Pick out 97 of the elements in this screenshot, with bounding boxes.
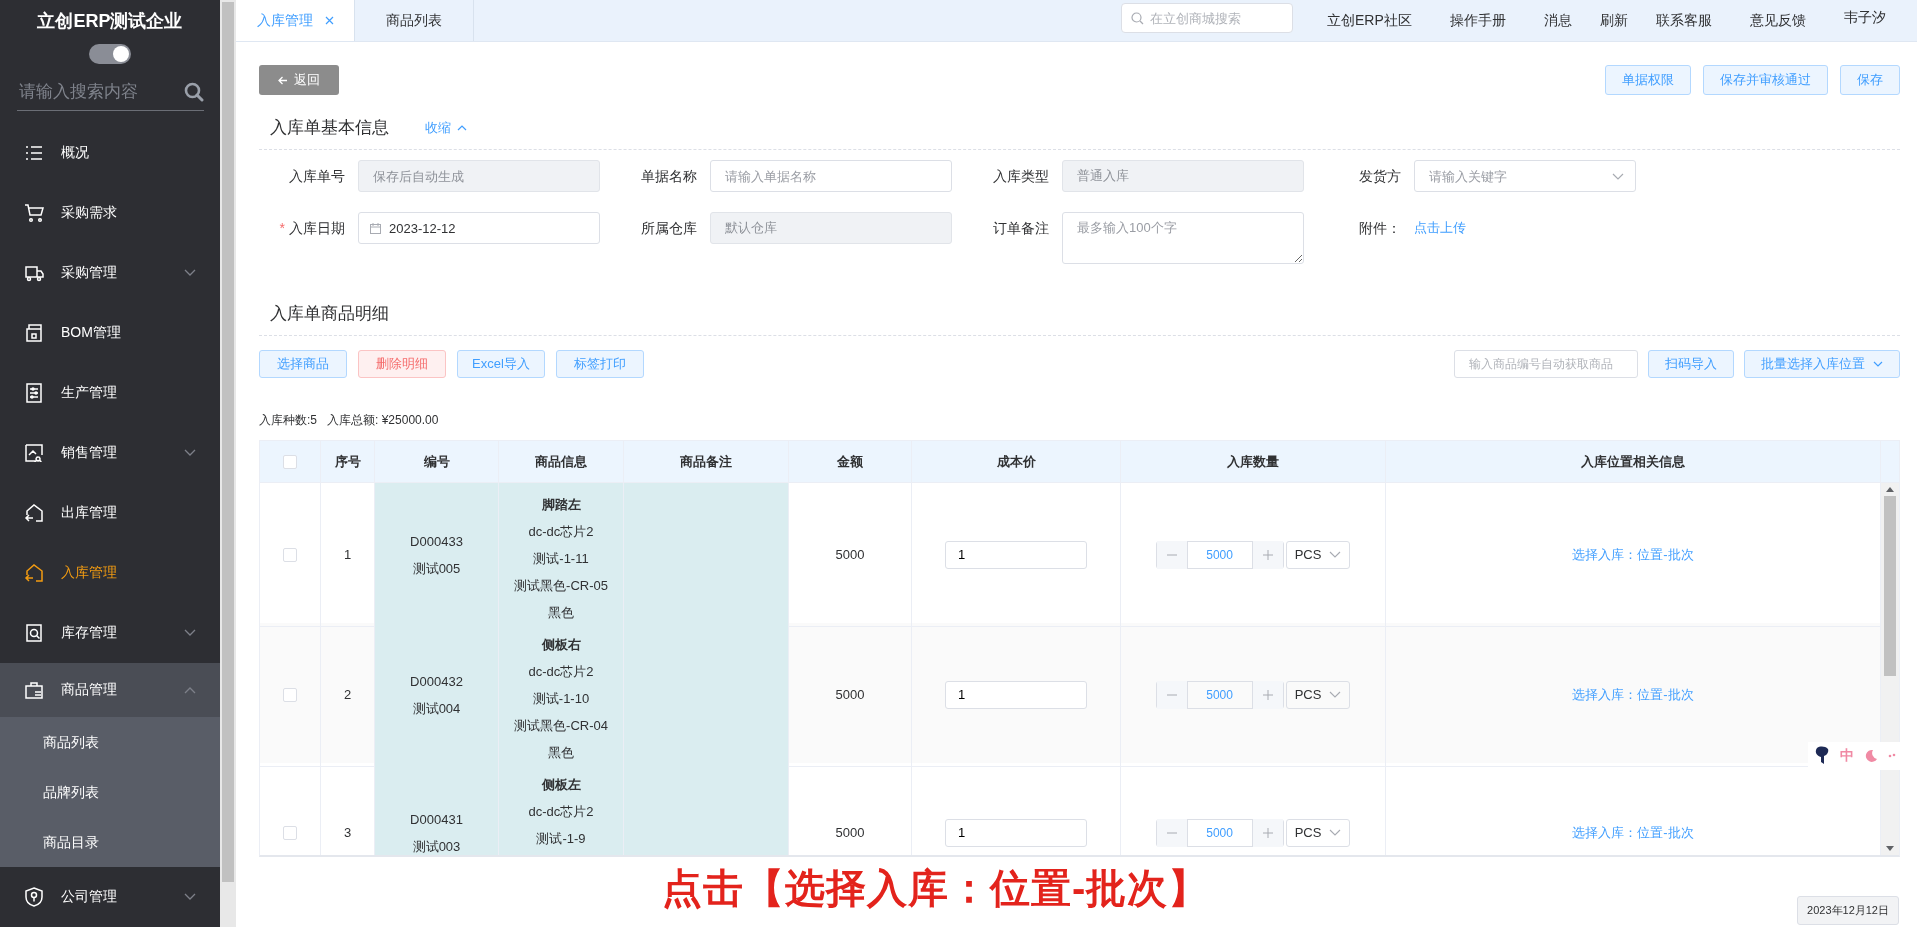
chevron-icon — [1873, 361, 1883, 367]
minus-icon[interactable] — [1156, 818, 1188, 847]
header-link[interactable]: 立创ERP社区 — [1327, 11, 1412, 30]
sliders-icon — [24, 383, 44, 403]
scrollbar[interactable] — [1881, 483, 1899, 855]
table-cell: 侧板左 dc-dc芯片2 测试-1-9 — [499, 763, 624, 855]
summary-text: 入库种数:5 — [259, 412, 317, 428]
section-title: 入库单商品明细 — [270, 303, 389, 325]
user-name[interactable]: 韦子汐 — [1843, 8, 1886, 27]
document-icon — [24, 323, 44, 343]
checkbox[interactable] — [283, 547, 297, 562]
menu-item[interactable]: 采购需求 — [0, 183, 220, 243]
instruction-caption: 点击【选择入库：位置-批次】 — [662, 865, 1210, 912]
shield-icon — [24, 887, 44, 907]
menu-item[interactable]: 商品管理 — [0, 663, 220, 717]
submenu-item[interactable]: 品牌列表 — [0, 767, 220, 817]
chevron-icon — [457, 124, 467, 131]
cart-icon — [24, 203, 44, 223]
arrow-down-icon[interactable] — [1886, 846, 1894, 851]
chevron-icon — [1329, 551, 1342, 558]
tab[interactable]: 商品列表 — [355, 0, 474, 41]
header-link[interactable]: 意见反馈 — [1749, 11, 1806, 30]
field-label: 入库单号 — [288, 167, 345, 186]
checkbox[interactable] — [283, 825, 297, 840]
search-icon — [1131, 12, 1144, 25]
house-arrow-icon — [24, 563, 44, 583]
unit-select[interactable]: PCS — [1285, 540, 1351, 569]
menu-item[interactable]: 销售管理 — [0, 423, 220, 483]
calendar-icon — [370, 223, 381, 234]
textarea-field[interactable]: 最多输入100个字 — [1062, 212, 1304, 264]
toggle-switch[interactable] — [89, 44, 131, 64]
field-label: * 入库日期 — [278, 219, 345, 238]
search-icon[interactable] — [184, 82, 204, 102]
unit-select[interactable]: PCS — [1285, 680, 1351, 709]
chevron-icon — [184, 449, 196, 457]
menu-item[interactable]: 出库管理 — [0, 483, 220, 543]
moon-icon — [1864, 749, 1878, 763]
summary-text: 入库总额: ¥25000.00 — [327, 412, 439, 428]
input-field[interactable]: 1 — [945, 540, 1087, 569]
plus-icon[interactable] — [1251, 540, 1283, 569]
menu-item[interactable]: 生产管理 — [0, 363, 220, 423]
submenu-item[interactable]: 商品目录 — [0, 817, 220, 867]
chevron-icon — [184, 629, 196, 637]
chevron-icon — [184, 686, 196, 694]
house-arrow-icon — [24, 503, 44, 523]
list-icon — [24, 143, 44, 163]
unit-select[interactable]: PCS — [1285, 818, 1351, 847]
scrollbar[interactable] — [220, 0, 236, 927]
back-button[interactable]: 返回 — [259, 65, 339, 95]
chevron-icon — [184, 269, 196, 277]
chevron-icon — [184, 893, 196, 901]
header-link[interactable]: 消息 — [1543, 11, 1572, 30]
field-label: 发货方 — [1358, 167, 1401, 186]
arrow-left-icon — [278, 75, 288, 85]
select-field[interactable]: 请输入关键字 — [1414, 160, 1636, 192]
search-field[interactable]: 请输入搜索内容 — [17, 81, 184, 103]
search-field[interactable]: 在立创商城搜索 — [1121, 3, 1293, 33]
truck-icon — [24, 263, 44, 283]
menu-item[interactable]: 概况 — [0, 123, 220, 183]
input-field[interactable]: 输入商品编号自动获取商品 — [1454, 350, 1638, 378]
bag-icon — [24, 680, 44, 700]
submenu-item[interactable]: 商品列表 — [0, 717, 220, 767]
date-field[interactable]: 2023-12-12 — [358, 212, 600, 244]
table-cell: D000431 测试003 — [375, 763, 499, 855]
field-label: 入库类型 — [992, 167, 1049, 186]
chevron-icon — [1612, 173, 1624, 180]
field-label: 单据名称 — [640, 167, 697, 186]
section-title: 入库单基本信息 — [270, 117, 389, 139]
arrow-up-icon[interactable] — [1886, 487, 1894, 492]
header-link[interactable]: 操作手册 — [1449, 11, 1506, 30]
checkbox[interactable] — [283, 687, 297, 702]
field-label: 订单备注 — [992, 219, 1049, 238]
dots-icon — [1888, 753, 1896, 759]
header-link[interactable]: 联系客服 — [1655, 11, 1712, 30]
field-label: 所属仓库 — [640, 219, 697, 238]
plus-icon[interactable] — [1251, 818, 1283, 847]
minus-icon[interactable] — [1156, 680, 1188, 709]
chevron-icon — [1329, 691, 1342, 698]
app-title: 立创ERP测试企业 — [36, 10, 184, 33]
field-label: 附件： — [1358, 219, 1401, 238]
menu-item[interactable]: 库存管理 — [0, 603, 220, 663]
close-icon[interactable] — [324, 16, 334, 25]
header-link[interactable]: 刷新 — [1599, 11, 1628, 30]
search-document-icon — [24, 623, 44, 643]
chevron-icon — [1329, 829, 1342, 836]
date-badge: 2023年12月12日 — [1797, 896, 1899, 925]
menu-item[interactable]: 采购管理 — [0, 243, 220, 303]
minus-icon[interactable] — [1156, 540, 1188, 569]
input-field[interactable]: 1 — [945, 818, 1087, 847]
plus-icon[interactable] — [1251, 680, 1283, 709]
checkbox[interactable] — [283, 454, 297, 469]
menu-item[interactable]: 入库管理 — [0, 543, 220, 603]
chart-icon — [24, 443, 44, 463]
input-field[interactable]: 1 — [945, 680, 1087, 709]
input-field[interactable]: 请输入单据名称 — [710, 160, 952, 192]
menu-item[interactable]: BOM管理 — [0, 303, 220, 363]
menu-item[interactable]: 公司管理 — [0, 867, 220, 927]
